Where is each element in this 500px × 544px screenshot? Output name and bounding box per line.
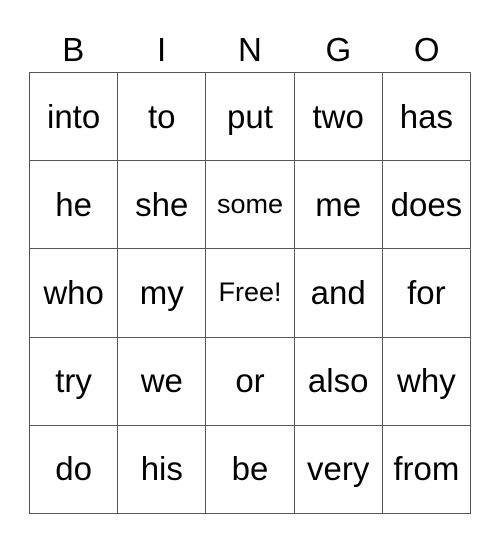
bingo-cell[interactable]: from: [382, 425, 471, 514]
bingo-cell[interactable]: some: [206, 161, 295, 250]
bingo-cell[interactable]: into: [30, 73, 119, 162]
bingo-cell[interactable]: does: [382, 161, 471, 250]
header-letter-b: B: [62, 31, 85, 68]
bingo-cell[interactable]: for: [382, 249, 471, 338]
bingo-cell[interactable]: his: [118, 425, 207, 514]
bingo-cell[interactable]: my: [118, 249, 207, 338]
bingo-cell[interactable]: why: [382, 337, 471, 426]
bingo-cell[interactable]: try: [30, 337, 119, 426]
bingo-cell[interactable]: we: [118, 337, 207, 426]
bingo-cell[interactable]: be: [206, 425, 295, 514]
bingo-cell[interactable]: to: [118, 73, 207, 162]
header-letter-i: I: [157, 31, 167, 68]
bingo-cell[interactable]: very: [294, 425, 383, 514]
header-letter-n: N: [238, 31, 262, 68]
header-letter-g: G: [325, 31, 352, 68]
bingo-cell[interactable]: or: [206, 337, 295, 426]
bingo-card: into to put two has he she some me does …: [29, 72, 471, 514]
bingo-cell[interactable]: me: [294, 161, 383, 250]
bingo-cell[interactable]: and: [294, 249, 383, 338]
bingo-cell[interactable]: also: [294, 337, 383, 426]
bingo-cell[interactable]: she: [118, 161, 207, 250]
bingo-cell[interactable]: put: [206, 73, 295, 162]
bingo-cell[interactable]: who: [30, 249, 119, 338]
bingo-cell[interactable]: do: [30, 425, 119, 514]
header-letter-o: O: [413, 31, 440, 68]
bingo-header: B I N G O: [29, 28, 471, 72]
free-space-cell[interactable]: Free!: [206, 249, 295, 338]
bingo-cell[interactable]: he: [30, 161, 119, 250]
bingo-cell[interactable]: has: [382, 73, 471, 162]
bingo-cell[interactable]: two: [294, 73, 383, 162]
